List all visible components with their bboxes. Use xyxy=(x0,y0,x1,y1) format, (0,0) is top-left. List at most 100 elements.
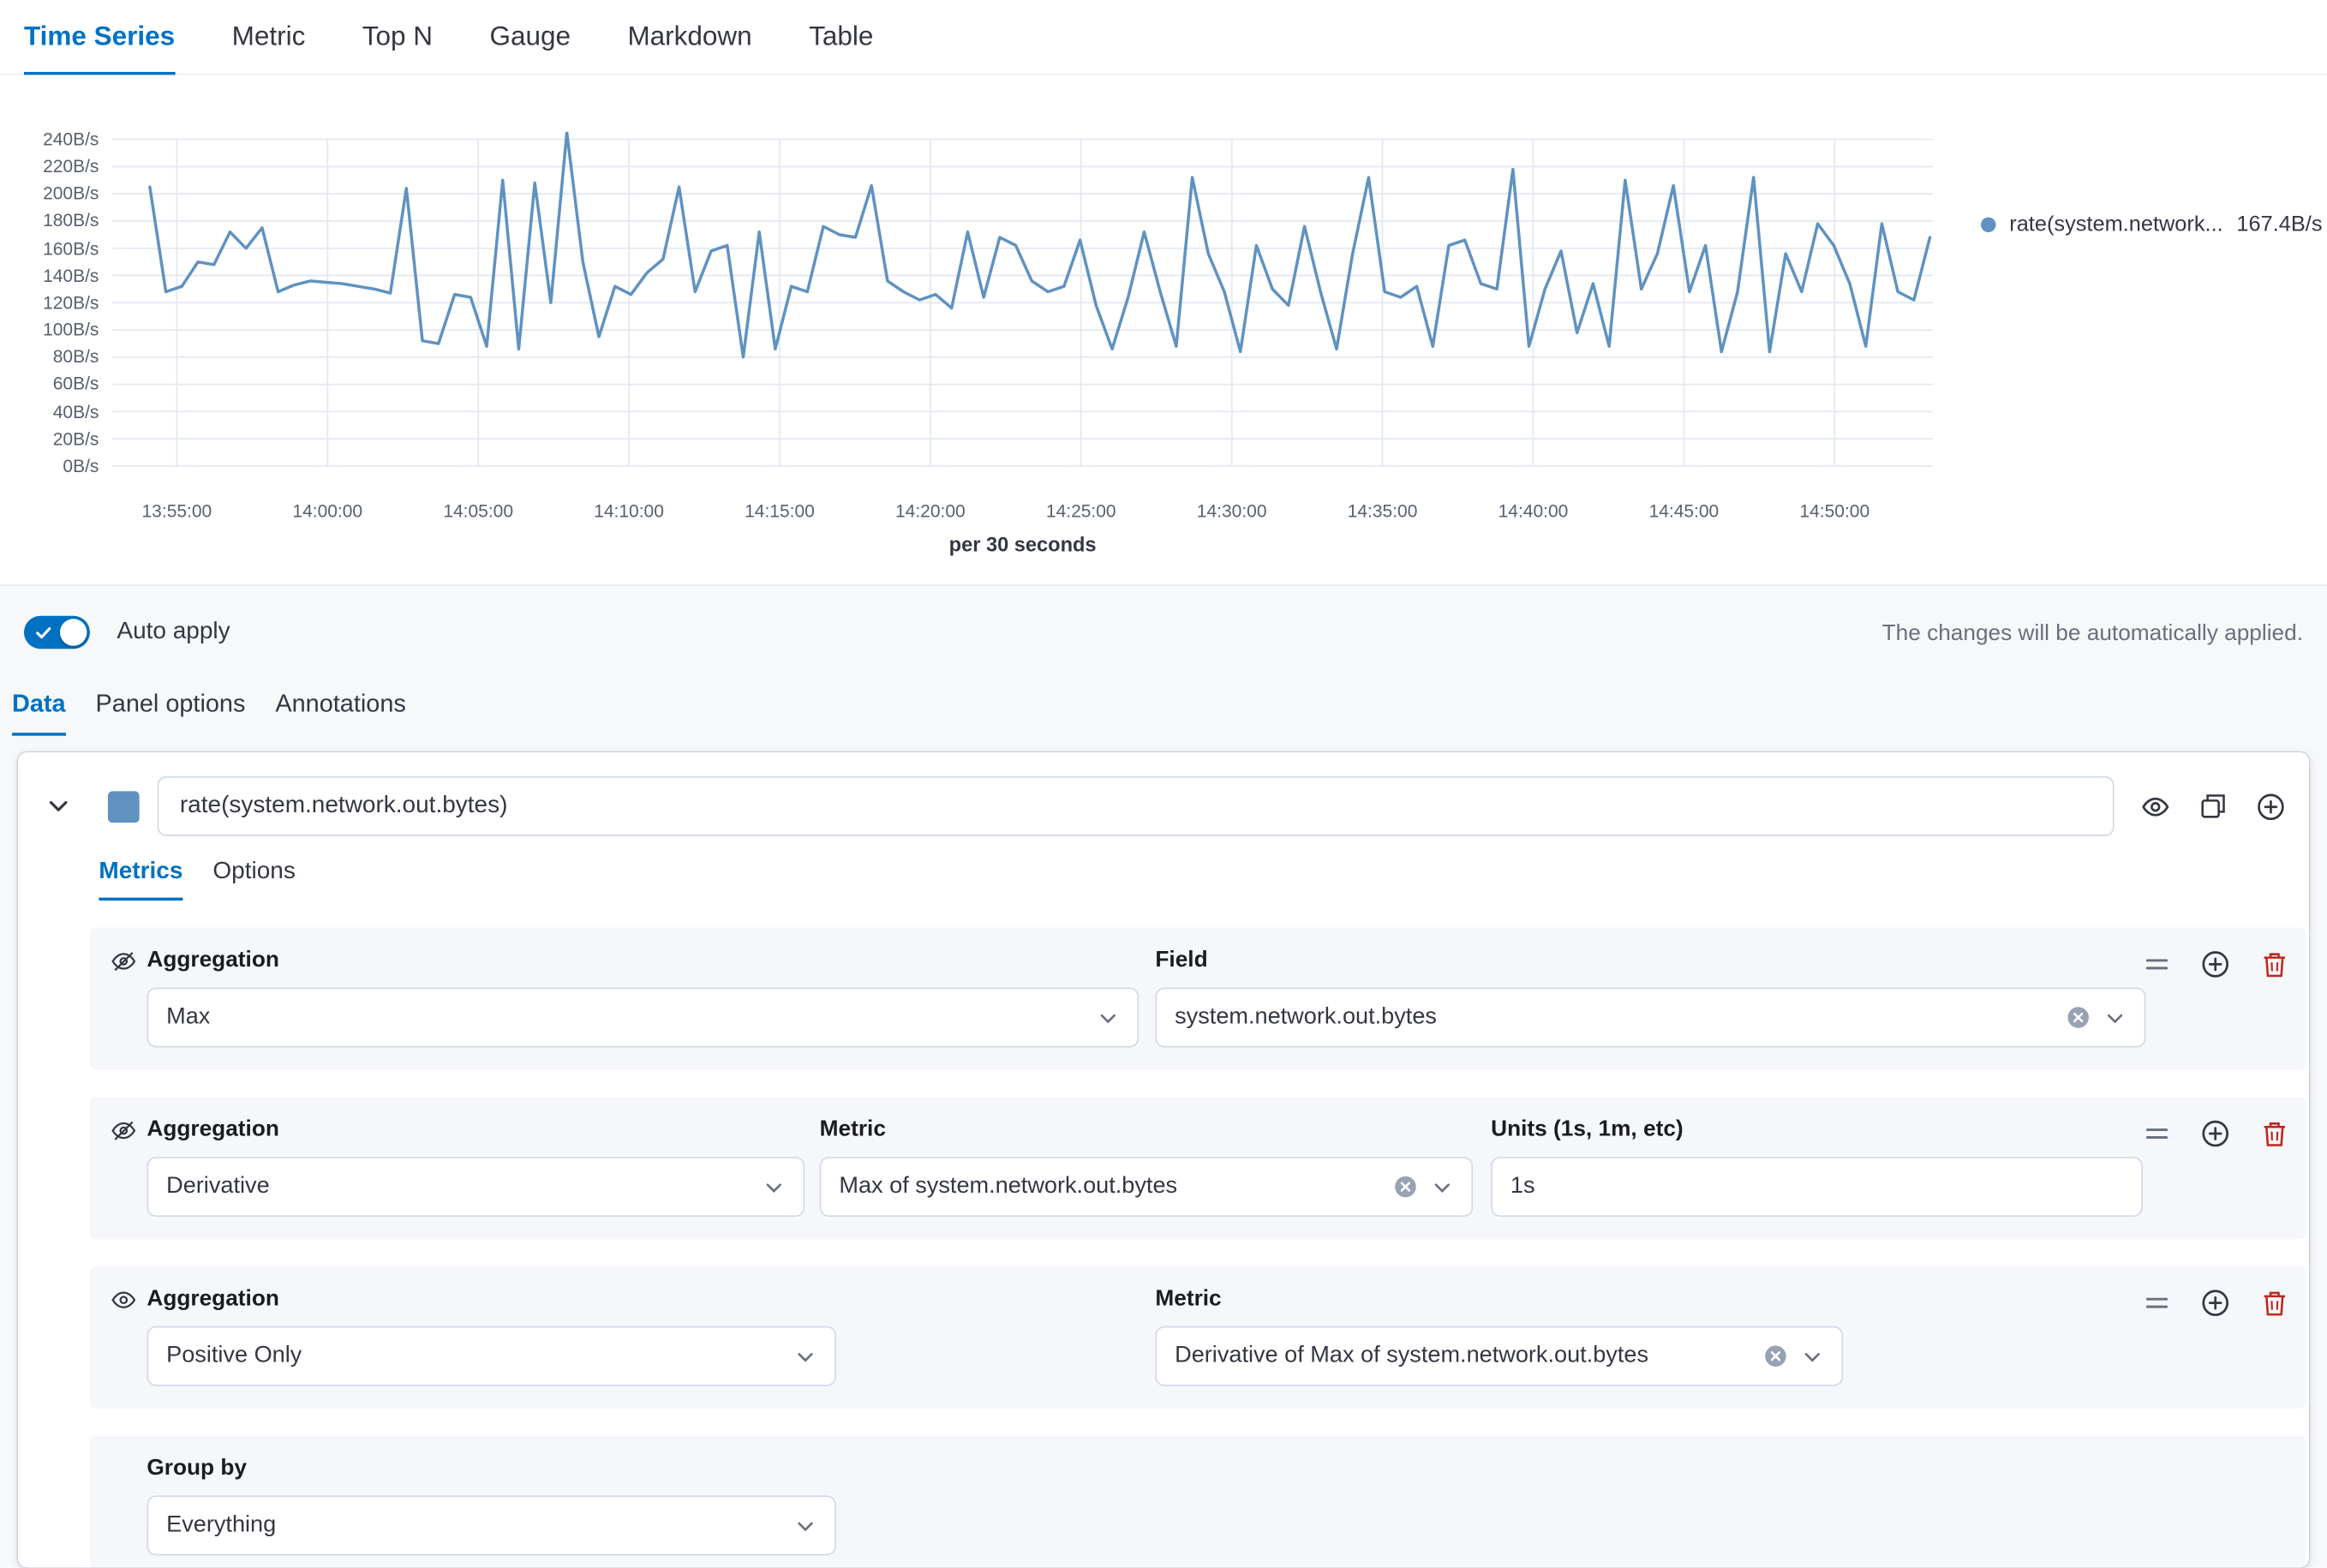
group-by-row: Group by Everything xyxy=(90,1435,2306,1567)
chevron-down-icon xyxy=(1801,1345,1823,1368)
y-tick-label: 160B/s xyxy=(43,237,99,258)
metric-row-positive-only: Aggregation Positive Only Metric Derivat… xyxy=(90,1266,2306,1409)
metric-row-derivative: Aggregation Derivative Metric Max of sys… xyxy=(90,1097,2306,1239)
x-tick-label: 14:25:00 xyxy=(1046,500,1116,521)
metric-value: Derivative of Max of system.network.out.… xyxy=(1175,1343,1648,1369)
delete-metric-button[interactable] xyxy=(2261,1120,2288,1146)
chart-plot[interactable] xyxy=(112,132,1933,472)
tab-top-n[interactable]: Top N xyxy=(362,0,433,75)
field-value: system.network.out.bytes xyxy=(1175,1004,1437,1031)
trash-icon xyxy=(2261,1290,2288,1316)
tab-data[interactable]: Data xyxy=(12,682,66,736)
aggregation-value: Derivative xyxy=(166,1173,270,1200)
aggregation-select[interactable]: Derivative xyxy=(147,1157,805,1217)
x-tick-label: 14:50:00 xyxy=(1799,500,1869,521)
chevron-down-icon xyxy=(1431,1176,1453,1198)
eye-open-icon xyxy=(111,1287,136,1320)
series-label-input[interactable] xyxy=(158,776,2115,836)
drag-handle-icon[interactable] xyxy=(2145,1121,2170,1146)
x-tick-label: 14:15:00 xyxy=(745,500,815,521)
x-tick-label: 14:05:00 xyxy=(443,500,513,521)
time-series-chart: 240B/s220B/s200B/s180B/s160B/s140B/s120B… xyxy=(0,75,2327,584)
series-panel: Metrics Options Aggregation Max xyxy=(18,752,2309,1567)
y-tick-label: 60B/s xyxy=(53,374,99,394)
chart-legend-item[interactable]: rate(system.network... 167.4B/s xyxy=(1981,212,2323,236)
y-axis-labels: 240B/s220B/s200B/s180B/s160B/s140B/s120B… xyxy=(0,129,99,476)
tab-metric[interactable]: Metric xyxy=(232,0,306,75)
legend-series-value: 167.4B/s xyxy=(2236,212,2322,236)
group-by-value: Everything xyxy=(166,1512,276,1539)
metric-value: Max of system.network.out.bytes xyxy=(839,1173,1177,1200)
plus-circle-icon xyxy=(2201,1119,2229,1147)
tab-time-series[interactable]: Time Series xyxy=(24,0,175,75)
chevron-down-icon xyxy=(2103,1006,2126,1028)
add-metric-button[interactable] xyxy=(2201,1119,2229,1147)
x-axis-caption: per 30 seconds xyxy=(112,534,1933,556)
editor-section-tabs: Data Panel options Annotations xyxy=(0,679,2327,735)
tab-panel-options[interactable]: Panel options xyxy=(96,682,246,736)
clear-icon[interactable] xyxy=(1763,1344,1787,1368)
drag-handle-icon[interactable] xyxy=(2145,1290,2170,1316)
x-tick-label: 14:20:00 xyxy=(895,500,966,521)
y-tick-label: 40B/s xyxy=(53,401,99,422)
x-tick-label: 13:55:00 xyxy=(142,500,212,521)
check-icon xyxy=(36,626,51,640)
field-label: Field xyxy=(1155,947,2145,973)
collapse-series-button[interactable] xyxy=(42,790,75,823)
group-by-select[interactable]: Everything xyxy=(147,1495,835,1555)
tab-table[interactable]: Table xyxy=(809,0,873,75)
y-tick-label: 120B/s xyxy=(43,292,99,313)
clear-icon[interactable] xyxy=(2067,1005,2091,1029)
auto-apply-toggle[interactable] xyxy=(24,616,90,649)
metric-label: Metric xyxy=(1155,1286,1843,1313)
delete-metric-button[interactable] xyxy=(2261,951,2288,978)
x-axis-labels: 13:55:00 14:00:00 14:05:00 14:10:00 14:15:00… xyxy=(112,500,1933,524)
field-combobox[interactable]: system.network.out.bytes xyxy=(1155,988,2145,1048)
tab-annotations[interactable]: Annotations xyxy=(275,682,405,736)
y-tick-label: 140B/s xyxy=(43,265,99,285)
y-tick-label: 0B/s xyxy=(63,455,99,476)
y-tick-label: 180B/s xyxy=(43,211,99,231)
toggle-series-visibility-button[interactable] xyxy=(2141,792,2169,820)
x-tick-label: 14:10:00 xyxy=(594,500,664,521)
trash-icon xyxy=(2261,951,2288,978)
y-tick-label: 100B/s xyxy=(43,320,99,340)
tab-metrics[interactable]: Metrics xyxy=(99,859,182,901)
aggregation-select[interactable]: Positive Only xyxy=(147,1326,835,1386)
metric-combobox[interactable]: Max of system.network.out.bytes xyxy=(820,1157,1474,1217)
metric-combobox[interactable]: Derivative of Max of system.network.out.… xyxy=(1155,1326,1843,1386)
add-series-button[interactable] xyxy=(2257,792,2285,820)
add-metric-button[interactable] xyxy=(2201,1289,2229,1317)
auto-apply-hint: The changes will be automatically applie… xyxy=(1882,619,2303,645)
eye-closed-icon xyxy=(111,1118,136,1151)
delete-metric-button[interactable] xyxy=(2261,1290,2288,1316)
tab-gauge[interactable]: Gauge xyxy=(489,0,571,75)
tab-options[interactable]: Options xyxy=(212,859,295,901)
chevron-down-icon xyxy=(794,1514,817,1536)
tab-markdown[interactable]: Markdown xyxy=(627,0,751,75)
y-tick-label: 220B/s xyxy=(43,156,99,177)
copy-icon xyxy=(2199,793,2226,819)
clear-icon[interactable] xyxy=(1393,1175,1417,1199)
aggregation-value: Positive Only xyxy=(166,1343,302,1369)
y-tick-label: 240B/s xyxy=(43,129,99,149)
series-subtabs: Metrics Options xyxy=(99,859,2309,901)
units-input[interactable] xyxy=(1491,1157,2143,1217)
x-tick-label: 14:30:00 xyxy=(1197,500,1267,521)
aggregation-label: Aggregation xyxy=(147,1116,805,1143)
toggle-knob xyxy=(60,619,87,645)
aggregation-select[interactable]: Max xyxy=(147,988,1139,1048)
clone-series-button[interactable] xyxy=(2199,793,2226,819)
aggregation-value: Max xyxy=(166,1004,210,1031)
drag-handle-icon[interactable] xyxy=(2145,952,2170,978)
y-tick-label: 20B/s xyxy=(53,428,99,449)
x-tick-label: 14:00:00 xyxy=(292,500,362,521)
auto-apply-bar: Auto apply The changes will be automatic… xyxy=(0,586,2327,679)
series-color-swatch[interactable] xyxy=(108,791,140,823)
chevron-down-icon xyxy=(1097,1006,1119,1028)
x-tick-label: 14:45:00 xyxy=(1649,500,1720,521)
add-metric-button[interactable] xyxy=(2201,950,2229,979)
metric-label: Metric xyxy=(820,1116,1474,1143)
eye-closed-icon xyxy=(111,949,136,981)
trash-icon xyxy=(2261,1120,2288,1146)
